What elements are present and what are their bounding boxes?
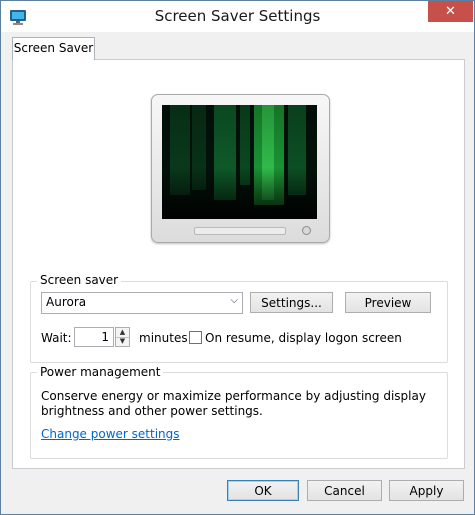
resume-logon-checkbox[interactable]: [189, 331, 202, 344]
wait-minutes-input[interactable]: 1: [74, 327, 114, 347]
screen-saver-settings-window: Screen Saver Settings ✕ Screen Saver Scr…: [0, 0, 475, 515]
power-description-line2: brightness and other power settings.: [41, 404, 263, 418]
minutes-label: minutes: [139, 331, 188, 345]
tab-screen-saver[interactable]: Screen Saver: [12, 37, 95, 60]
wait-minutes-spinner[interactable]: ▲ ▼: [115, 327, 130, 347]
spin-down-icon[interactable]: ▼: [116, 337, 129, 346]
aurora-preview-screen: [162, 105, 317, 219]
ok-button[interactable]: OK: [227, 480, 299, 501]
monitor-power-led: [302, 226, 311, 235]
close-button[interactable]: ✕: [428, 1, 473, 22]
screen-saver-group-label: Screen saver: [37, 273, 122, 287]
screen-saver-selected-value: Aurora: [46, 295, 87, 309]
screen-saver-select[interactable]: Aurora ⌵: [41, 292, 243, 314]
wait-minutes-value: 1: [101, 330, 109, 344]
monitor-preview: [151, 94, 330, 243]
window-title: Screen Saver Settings: [154, 7, 321, 25]
apply-button[interactable]: Apply: [389, 480, 464, 501]
chevron-down-icon: ⌵: [230, 295, 238, 306]
change-power-settings-link[interactable]: Change power settings: [41, 427, 180, 441]
power-description-line1: Conserve energy or maximize performance …: [41, 389, 426, 403]
preview-button[interactable]: Preview: [345, 292, 431, 313]
title-bar[interactable]: Screen Saver Settings ✕: [1, 1, 474, 32]
resume-logon-label[interactable]: On resume, display logon screen: [205, 331, 402, 345]
wait-label: Wait:: [41, 331, 72, 345]
close-icon: ✕: [445, 4, 456, 19]
power-management-group-label: Power management: [37, 365, 164, 379]
monitor-base-bar: [194, 227, 286, 235]
tab-panel: Screen saver Aurora ⌵ Settings... Previe…: [12, 59, 465, 469]
settings-button[interactable]: Settings...: [250, 292, 333, 313]
cancel-button[interactable]: Cancel: [307, 480, 382, 501]
